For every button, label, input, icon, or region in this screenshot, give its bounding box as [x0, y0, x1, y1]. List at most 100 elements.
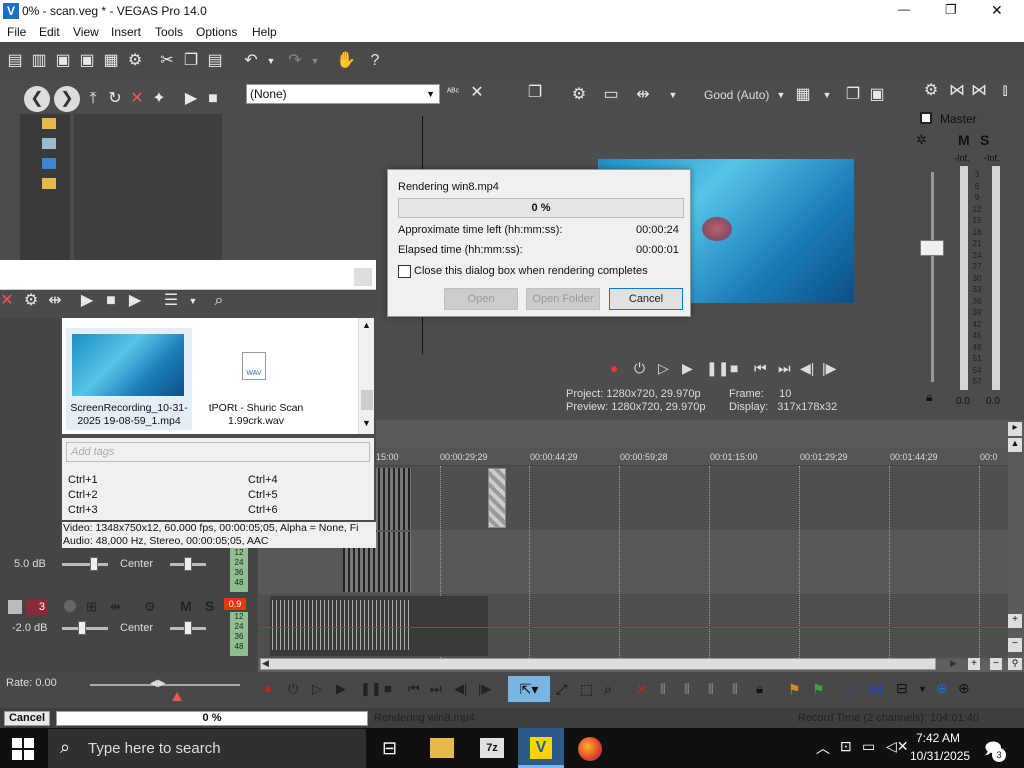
undo-icon[interactable]: ↶: [242, 52, 260, 70]
track-3-fx-icon[interactable]: ⊞: [86, 599, 97, 615]
track-3-record-arm-icon[interactable]: [64, 600, 76, 612]
lock-event-icon[interactable]: ⊕: [936, 680, 948, 697]
7zip-icon[interactable]: 7z: [480, 738, 504, 758]
properties-icon[interactable]: ⚙: [126, 52, 144, 70]
firefox-icon[interactable]: [578, 737, 602, 761]
timeline-stop-icon[interactable]: ■: [384, 681, 392, 696]
track-3-volume-handle[interactable]: [78, 621, 86, 635]
open-folder-button[interactable]: Open Folder: [526, 288, 600, 310]
trim-end-icon[interactable]: ⫴: [684, 681, 690, 698]
shortcut-ctrl-2[interactable]: Ctrl+2: [68, 489, 98, 501]
ripple-icon[interactable]: ⫴: [732, 681, 738, 698]
shortcut-ctrl-5[interactable]: Ctrl+5: [248, 489, 278, 501]
menu-options[interactable]: Options: [196, 25, 237, 39]
remove-fx-icon[interactable]: ✕: [468, 84, 486, 102]
media-search-icon[interactable]: ⌕: [210, 292, 228, 310]
status-cancel-button[interactable]: Cancel: [4, 711, 50, 726]
rate-slider-handle[interactable]: ◀▶: [150, 678, 174, 690]
menu-view[interactable]: View: [73, 25, 99, 39]
spellcheck-icon[interactable]: ᴬᴮᶜ: [444, 84, 462, 102]
timeline-next-frame-icon[interactable]: |▶: [478, 681, 491, 697]
track-3-mute-button[interactable]: M: [180, 598, 192, 614]
prev-frame-icon[interactable]: ◀|: [800, 360, 814, 377]
shortcut-ctrl-3[interactable]: Ctrl+3: [68, 504, 98, 516]
media-scrollbar[interactable]: ▲ ▼: [358, 318, 374, 434]
mixer-properties-icon[interactable]: ⚙: [922, 82, 940, 100]
external-monitor-icon[interactable]: ▭: [602, 86, 620, 104]
timeline-go-start-icon[interactable]: ⏮: [408, 681, 420, 697]
go-to-end-icon[interactable]: ⏭: [778, 360, 791, 377]
task-view-icon[interactable]: ⊟: [382, 738, 397, 759]
new-file-icon[interactable]: ▤: [6, 52, 24, 70]
zoom-tool-bottom-icon[interactable]: ⌕: [604, 681, 612, 698]
track-1-pan-handle[interactable]: [184, 557, 192, 571]
media-play-icon[interactable]: ▶: [78, 292, 96, 310]
track-3-properties-icon[interactable]: ⚙: [144, 599, 156, 615]
mixer-left-icon[interactable]: ⋈: [948, 82, 966, 100]
region-insert-icon[interactable]: ⚑: [812, 681, 825, 698]
scroll-left-icon[interactable]: ◀: [262, 658, 269, 669]
timeline-record-icon[interactable]: ●: [264, 681, 272, 696]
track-3-expand-icon[interactable]: [8, 600, 22, 614]
add-favorite-icon[interactable]: ✦: [150, 90, 168, 108]
menu-help[interactable]: Help: [252, 25, 277, 39]
maximize-button[interactable]: ❐: [945, 2, 957, 18]
tags-input[interactable]: Add tags: [66, 442, 370, 462]
media-stop-icon[interactable]: ■: [102, 292, 120, 310]
taskbar-time[interactable]: 7:42 AM: [916, 731, 960, 745]
snapping-icon[interactable]: ∩: [844, 680, 855, 697]
media-view-dropdown[interactable]: ▼: [184, 292, 202, 310]
mixer-right-icon[interactable]: ⋈: [970, 82, 988, 100]
shortcut-ctrl-6[interactable]: Ctrl+6: [248, 504, 278, 516]
video-event-clip[interactable]: [488, 468, 506, 528]
track-3-pan-handle[interactable]: [184, 621, 192, 635]
play-from-start-icon[interactable]: ▷: [658, 360, 669, 377]
delete-icon[interactable]: ✕: [128, 90, 146, 108]
network-icon[interactable]: ⊡: [840, 738, 852, 755]
horizontal-scrollbar[interactable]: [260, 658, 936, 670]
preview-properties-icon[interactable]: ⚙: [570, 86, 588, 104]
render-icon[interactable]: ▦: [102, 52, 120, 70]
master-mute-button[interactable]: M: [958, 132, 970, 148]
shortcut-ctrl-4[interactable]: Ctrl+4: [248, 474, 278, 486]
track-3-input-icon[interactable]: ⇹: [110, 599, 121, 615]
volume-icon[interactable]: ◁✕: [886, 738, 909, 755]
menu-tools[interactable]: Tools: [155, 25, 183, 39]
auto-ripple-dropdown[interactable]: ▼: [918, 684, 927, 694]
file-explorer-icon[interactable]: [430, 738, 454, 758]
quality-dropdown-icon[interactable]: ▼: [772, 86, 790, 104]
media-window-close[interactable]: [354, 268, 372, 286]
media-auto-preview-icon[interactable]: ▶: [126, 292, 144, 310]
zoom-time-in[interactable]: +: [968, 658, 980, 670]
media-item-video[interactable]: ScreenRecording_10-31-2025 19-08-59_1.mp…: [66, 328, 192, 430]
timeline-loop-icon[interactable]: ⏻: [288, 681, 298, 697]
back-button[interactable]: ❮: [24, 86, 50, 112]
mixer-tune-icon[interactable]: ⫾: [996, 82, 1014, 100]
auto-crossfade-icon[interactable]: ⋈: [868, 680, 883, 698]
master-fx-icon[interactable]: ✲: [916, 132, 927, 148]
zoom-time-out[interactable]: −: [990, 658, 1002, 670]
split-icon[interactable]: ⫴: [708, 681, 714, 698]
go-to-start-icon[interactable]: ⏮: [754, 360, 767, 377]
play-icon[interactable]: ▶: [682, 360, 693, 377]
save-icon[interactable]: ▣: [54, 52, 72, 70]
next-frame-icon[interactable]: |▶: [822, 360, 836, 377]
timeline-play-start-icon[interactable]: ▷: [312, 681, 322, 697]
save-as-icon[interactable]: ▣: [78, 52, 96, 70]
pause-icon[interactable]: ❚❚: [706, 360, 729, 377]
timeline-pause-icon[interactable]: ❚❚: [360, 681, 382, 697]
redo-dropdown-icon[interactable]: ▼: [306, 52, 324, 70]
close-when-done-label[interactable]: Close this dialog box when rendering com…: [414, 265, 648, 277]
zoom-out-vertical[interactable]: −: [1008, 638, 1022, 652]
paste-icon[interactable]: ▤: [206, 52, 224, 70]
taskbar-date[interactable]: 10/31/2025: [910, 749, 970, 763]
trimmer-copy-icon[interactable]: ❐: [526, 84, 544, 102]
overlays-dropdown-icon[interactable]: ▼: [818, 86, 836, 104]
track-1-volume-handle[interactable]: [90, 557, 98, 571]
menu-edit[interactable]: Edit: [39, 25, 60, 39]
zoom-in-vertical[interactable]: +: [1008, 614, 1022, 628]
redo-icon[interactable]: ↷: [286, 52, 304, 70]
overlays-icon[interactable]: ▦: [794, 86, 812, 104]
split-screen-icon[interactable]: ⇹: [634, 86, 652, 104]
media-properties-icon[interactable]: ⚙: [22, 292, 40, 310]
